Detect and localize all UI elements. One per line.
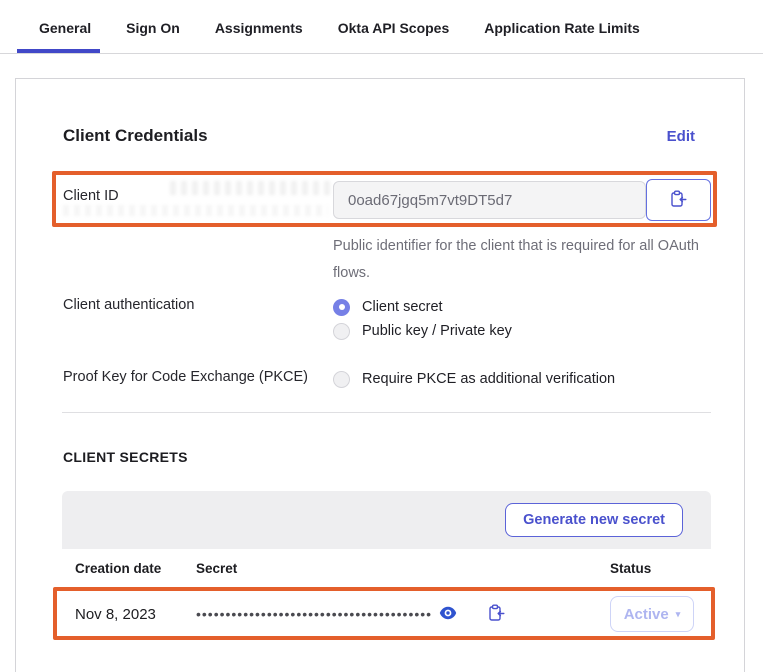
secrets-table-toolbar: Generate new secret bbox=[62, 491, 711, 549]
client-id-row: Client ID bbox=[63, 179, 711, 221]
clipboard-copy-icon bbox=[488, 604, 505, 625]
reveal-secret-button[interactable] bbox=[439, 606, 457, 623]
pkce-row: Proof Key for Code Exchange (PKCE) Requi… bbox=[63, 369, 711, 389]
secrets-table-header: Creation date Secret Status bbox=[62, 549, 711, 588]
clipboard-copy-icon bbox=[670, 190, 687, 211]
client-authentication-label: Client authentication bbox=[63, 297, 333, 341]
public-private-key-option-label[interactable]: Public key / Private key bbox=[362, 323, 512, 339]
radio-selected-icon[interactable] bbox=[333, 299, 350, 316]
header-creation-date: Creation date bbox=[62, 561, 196, 576]
tab-sign-on[interactable]: Sign On bbox=[126, 20, 180, 53]
pkce-option[interactable]: Require PKCE as additional verification bbox=[333, 369, 615, 389]
public-private-key-option[interactable]: Public key / Private key bbox=[333, 321, 512, 341]
generate-new-secret-button[interactable]: Generate new secret bbox=[505, 503, 683, 537]
pkce-option-label[interactable]: Require PKCE as additional verification bbox=[362, 371, 615, 387]
client-id-input[interactable] bbox=[333, 181, 646, 219]
client-secrets-table: Generate new secret Creation date Secret… bbox=[62, 491, 711, 640]
client-id-input-group bbox=[333, 179, 711, 221]
client-id-help-text: Public identifier for the client that is… bbox=[333, 233, 703, 287]
client-credentials-card: Client Credentials Edit Client ID Public… bbox=[15, 78, 745, 672]
client-id-copy-button[interactable] bbox=[646, 179, 711, 221]
chevron-down-icon: ▾ bbox=[676, 609, 681, 620]
status-dropdown[interactable]: Active ▾ bbox=[610, 596, 694, 632]
masked-secret-value: •••••••••••••••••••••••••••••••••••••••• bbox=[196, 606, 432, 622]
secret-creation-date: Nov 8, 2023 bbox=[62, 606, 196, 623]
tab-application-rate-limits[interactable]: Application Rate Limits bbox=[484, 20, 640, 53]
section-divider bbox=[62, 412, 711, 413]
client-secret-option[interactable]: Client secret bbox=[333, 297, 512, 317]
secret-copy-button[interactable] bbox=[488, 604, 505, 625]
tab-general[interactable]: General bbox=[39, 20, 91, 53]
header-secret: Secret bbox=[196, 561, 610, 576]
radio-unselected-icon[interactable] bbox=[333, 323, 350, 340]
client-secrets-title: CLIENT SECRETS bbox=[63, 449, 711, 465]
pkce-checkbox-icon[interactable] bbox=[333, 371, 350, 388]
client-secret-option-label[interactable]: Client secret bbox=[362, 299, 443, 315]
secret-table-row: Nov 8, 2023 ••••••••••••••••••••••••••••… bbox=[62, 588, 711, 640]
tab-okta-api-scopes[interactable]: Okta API Scopes bbox=[338, 20, 450, 53]
client-id-label: Client ID bbox=[63, 179, 333, 221]
eye-icon bbox=[439, 606, 457, 623]
tab-assignments[interactable]: Assignments bbox=[215, 20, 303, 53]
header-status: Status bbox=[610, 561, 711, 576]
status-label: Active bbox=[624, 606, 669, 623]
edit-link[interactable]: Edit bbox=[667, 128, 695, 145]
client-credentials-title: Client Credentials bbox=[63, 126, 208, 146]
pkce-label: Proof Key for Code Exchange (PKCE) bbox=[63, 369, 333, 385]
app-tab-bar: General Sign On Assignments Okta API Sco… bbox=[0, 0, 763, 54]
client-authentication-row: Client authentication Client secret Publ… bbox=[63, 297, 711, 341]
